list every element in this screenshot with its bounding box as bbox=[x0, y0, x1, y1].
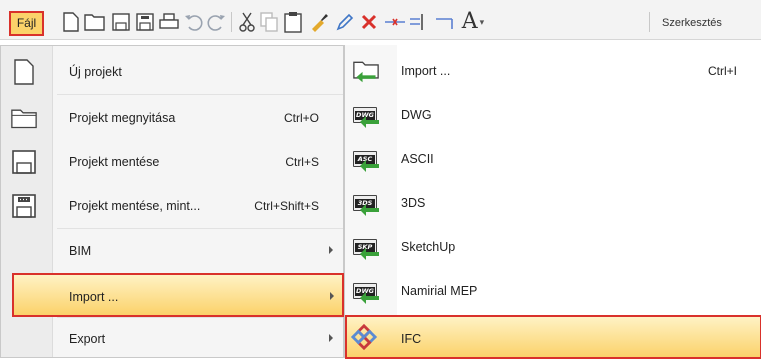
text-icon[interactable]: A ▾ bbox=[458, 11, 488, 33]
dimension-icon[interactable] bbox=[384, 11, 406, 33]
ascii-file-icon: ASC bbox=[353, 146, 379, 172]
menu-item-bim[interactable]: BIM bbox=[1, 229, 343, 273]
menu-divider bbox=[57, 94, 343, 95]
pencil-icon[interactable] bbox=[334, 11, 356, 33]
save-icon[interactable] bbox=[110, 11, 132, 33]
submenu-arrow-icon bbox=[329, 334, 333, 342]
menu-item-label: Projekt mentése bbox=[69, 155, 160, 169]
toolbar-separator bbox=[231, 12, 232, 32]
menu-item-label: Projekt megnyitása bbox=[69, 111, 176, 125]
folder-icon bbox=[11, 105, 37, 131]
menu-item-import[interactable]: Import ... bbox=[12, 273, 344, 317]
dwg-file-icon: DWG bbox=[353, 102, 379, 128]
menu-item-label: ASCII bbox=[401, 152, 434, 166]
menu-item-shortcut: Ctrl+I bbox=[707, 64, 737, 78]
menu-item-label: Projekt mentése, mint... bbox=[69, 199, 201, 213]
menu-item-import-namirial-mep[interactable]: DWG Namirial MEP bbox=[345, 269, 761, 313]
undo-icon[interactable] bbox=[182, 11, 204, 33]
skp-file-icon: SKP bbox=[353, 234, 379, 260]
menu-item-shortcut: Ctrl+Shift+S bbox=[254, 199, 319, 213]
3ds-file-icon: 3DS bbox=[353, 190, 379, 216]
menu-item-label: Namirial MEP bbox=[401, 284, 478, 298]
menu-item-import-generic[interactable]: Import ... Ctrl+I bbox=[345, 49, 761, 93]
align-icon[interactable] bbox=[408, 11, 430, 33]
menu-item-new-project[interactable]: Új projekt bbox=[1, 50, 343, 94]
menu-item-open-project[interactable]: Projekt megnyitása Ctrl+O bbox=[1, 96, 343, 140]
save-as-icon bbox=[11, 193, 37, 219]
file-menu-button[interactable]: Fájl bbox=[9, 11, 44, 36]
menu-item-label: Import ... bbox=[69, 290, 119, 304]
menu-item-export[interactable]: Export bbox=[1, 317, 343, 361]
ruler-icon[interactable] bbox=[434, 11, 456, 33]
dwg-file-icon: DWG bbox=[353, 278, 379, 304]
menu-item-import-3ds[interactable]: 3DS 3DS bbox=[345, 181, 761, 225]
file-menu: Új projekt Projekt megnyitása Ctrl+O Pro… bbox=[0, 45, 344, 358]
import-folder-icon bbox=[353, 58, 379, 84]
redo-icon[interactable] bbox=[206, 11, 228, 33]
menu-item-shortcut: Ctrl+O bbox=[283, 111, 319, 125]
delete-icon[interactable] bbox=[358, 11, 380, 33]
new-icon[interactable] bbox=[60, 11, 82, 33]
brush-icon[interactable] bbox=[308, 11, 330, 33]
menu-item-label: SketchUp bbox=[401, 240, 456, 254]
ifc-logo-icon bbox=[351, 323, 377, 351]
toolbar-separator bbox=[649, 12, 650, 32]
submenu-arrow-icon bbox=[329, 246, 333, 254]
menu-item-shortcut: Ctrl+S bbox=[285, 155, 319, 169]
menu-item-import-sketchup[interactable]: SKP SketchUp bbox=[345, 225, 761, 269]
menu-item-import-dwg[interactable]: DWG DWG bbox=[345, 93, 761, 137]
menu-item-label: BIM bbox=[69, 244, 92, 258]
paste-icon[interactable] bbox=[282, 11, 304, 33]
edit-menu-label[interactable]: Szerkesztés bbox=[662, 17, 722, 29]
save-as-icon[interactable] bbox=[134, 11, 156, 33]
menu-item-save-project-as[interactable]: Projekt mentése, mint... Ctrl+Shift+S bbox=[1, 184, 343, 228]
menu-item-import-ascii[interactable]: ASC ASCII bbox=[345, 137, 761, 181]
cut-icon[interactable] bbox=[236, 11, 258, 33]
menu-item-label: Új projekt bbox=[69, 65, 122, 79]
submenu-arrow-icon bbox=[330, 292, 334, 300]
menu-item-save-project[interactable]: Projekt mentése Ctrl+S bbox=[1, 140, 343, 184]
open-icon[interactable] bbox=[84, 11, 106, 33]
toolbar: Fájl A ▾ Szerkesztés bbox=[0, 0, 761, 40]
new-file-icon bbox=[11, 59, 37, 85]
menu-item-label: DWG bbox=[401, 108, 432, 122]
menu-item-label: Import ... bbox=[401, 64, 451, 78]
menu-item-label: Export bbox=[69, 332, 106, 346]
menu-item-label: IFC bbox=[401, 332, 422, 346]
print-icon[interactable] bbox=[158, 11, 180, 33]
import-submenu: Import ... Ctrl+I DWG DWG ASC ASCII 3DS … bbox=[344, 45, 761, 359]
menu-item-label: 3DS bbox=[401, 196, 426, 210]
menu-item-import-ifc[interactable]: IFC bbox=[345, 315, 761, 359]
copy-icon[interactable] bbox=[258, 11, 280, 33]
save-icon bbox=[11, 149, 37, 175]
